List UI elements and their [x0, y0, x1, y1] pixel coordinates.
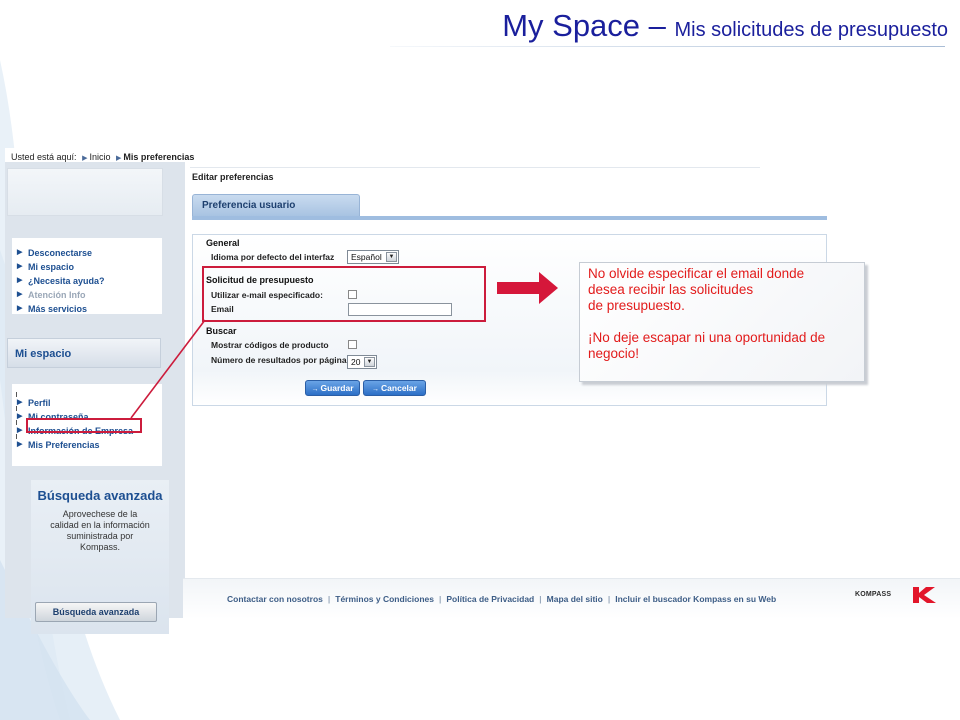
- cancel-button[interactable]: → Cancelar: [363, 380, 426, 396]
- language-select-value: Español: [351, 252, 382, 262]
- arrow-right-icon: →: [372, 386, 380, 393]
- list-marker: [16, 406, 17, 411]
- list-marker: [16, 434, 17, 439]
- language-select[interactable]: Español ▼: [347, 250, 399, 264]
- sidebar-links-box: ▶ Desconectarse ▶ Mi espacio ▶ ¿Necesita ay…: [12, 238, 162, 314]
- results-per-page-select[interactable]: 20 ▼: [347, 355, 377, 369]
- sidebar-link-help[interactable]: ▶ ¿Necesita ayuda?: [12, 274, 162, 288]
- tab-underline: [192, 216, 827, 220]
- list-marker: [16, 420, 17, 425]
- quote-section-highlight: [202, 266, 486, 322]
- slide-title-sub: Mis solicitudes de presupuesto: [674, 19, 948, 41]
- footer-link-contact[interactable]: Contactar con nosotros: [227, 594, 323, 604]
- chevron-right-icon: ▶: [17, 277, 23, 284]
- breadcrumb-arrow-icon: ▶: [82, 155, 88, 162]
- chevron-right-icon: ▶: [17, 249, 23, 256]
- footer-link-terms[interactable]: Términos y Condiciones: [335, 594, 434, 604]
- company-info-highlight: [26, 418, 142, 433]
- sidebar-link-more-services[interactable]: ▶ Más servicios: [12, 302, 162, 316]
- chevron-right-icon: ▶: [17, 413, 23, 420]
- advanced-search-text: Aprovechese de la calidad en la informac…: [50, 509, 150, 552]
- title-divider: [390, 46, 945, 47]
- sidebar-section-title: Mi espacio: [7, 338, 161, 368]
- footer-link-include-search[interactable]: Incluir el buscador Kompass en su Web: [615, 594, 776, 604]
- group-search-title: Buscar: [206, 326, 237, 336]
- results-per-page-label: Número de resultados por página: [211, 355, 347, 365]
- show-codes-checkbox[interactable]: [348, 340, 357, 349]
- content-top-divider: [190, 167, 760, 168]
- breadcrumb-arrow-icon: ▶: [115, 155, 122, 162]
- kompass-logo-text: KOMPASS: [855, 591, 892, 598]
- chevron-right-icon: ▶: [17, 263, 23, 270]
- results-per-page-value: 20: [351, 357, 361, 367]
- breadcrumb: Usted está aquí: ▶ Inicio ▶ Mis preferenci…: [11, 152, 194, 162]
- kompass-k-logo-icon: [913, 587, 936, 603]
- callout-note: No olvide especificar el email donde dese…: [579, 262, 865, 382]
- chevron-right-icon: ▶: [17, 441, 23, 448]
- tab-user-preferences[interactable]: Preferencia usuario: [192, 194, 360, 216]
- arrow-right-icon: [497, 272, 558, 304]
- chevron-right-icon: ▶: [17, 291, 23, 298]
- sidebar-link-profile[interactable]: ▶ Perfil: [12, 396, 162, 410]
- group-general-title: General: [206, 238, 240, 248]
- advanced-search-button[interactable]: Búsqueda avanzada: [35, 602, 157, 622]
- footer-link-privacy[interactable]: Política de Privacidad: [446, 594, 534, 604]
- page-title: Editar preferencias: [192, 172, 274, 182]
- chevron-right-icon: ▶: [17, 427, 23, 434]
- save-button[interactable]: → Guardar: [305, 380, 360, 396]
- sidebar-link-logout[interactable]: ▶ Desconectarse: [12, 246, 162, 260]
- slide-title-dash: –: [640, 8, 675, 43]
- callout-note-text-1: No olvide especificar el email donde dese…: [588, 266, 805, 313]
- sidebar-link-preferences[interactable]: ▶ Mis Preferencias: [12, 438, 162, 452]
- list-marker: [16, 392, 17, 397]
- breadcrumb-prefix: Usted está aquí:: [11, 152, 77, 162]
- chevron-down-icon[interactable]: ▼: [364, 357, 375, 367]
- chevron-down-icon[interactable]: ▼: [386, 252, 397, 262]
- slide-title-main: My Space: [502, 8, 641, 43]
- sidebar-link-info: ▶ Atención Info: [17, 290, 86, 300]
- language-label: Idioma por defecto del interfaz: [211, 252, 335, 262]
- show-codes-label: Mostrar códigos de producto: [211, 340, 329, 350]
- sidebar-top-panel: [7, 168, 163, 216]
- advanced-search-promo: Búsqueda avanzada Aprovechese de la cali…: [31, 480, 169, 634]
- slide-title: My Space – Mis solicitudes de presupuest…: [502, 8, 948, 44]
- footer-link-sitemap[interactable]: Mapa del sitio: [547, 594, 603, 604]
- sidebar: ▶ Desconectarse ▶ Mi espacio ▶ ¿Necesita ay…: [5, 162, 185, 634]
- breadcrumb-current: Mis preferencias: [123, 152, 195, 162]
- footer: Contactar con nosotros | Términos y Condic…: [183, 578, 960, 619]
- chevron-right-icon: ▶: [17, 399, 23, 406]
- embedded-screenshot: Usted está aquí: ▶ Inicio ▶ Mis preferenci…: [5, 148, 960, 634]
- arrow-right-icon: →: [311, 386, 319, 393]
- callout-note-text-2: ¡No deje escapar ni una oportunidad de ne…: [588, 330, 826, 361]
- breadcrumb-home-link[interactable]: Inicio: [89, 152, 110, 162]
- chevron-right-icon: ▶: [17, 305, 23, 312]
- advanced-search-title: Búsqueda avanzada: [37, 488, 163, 503]
- sidebar-link-myspace[interactable]: ▶ Mi espacio: [12, 260, 162, 274]
- footer-links: Contactar con nosotros | Términos y Condic…: [227, 594, 777, 604]
